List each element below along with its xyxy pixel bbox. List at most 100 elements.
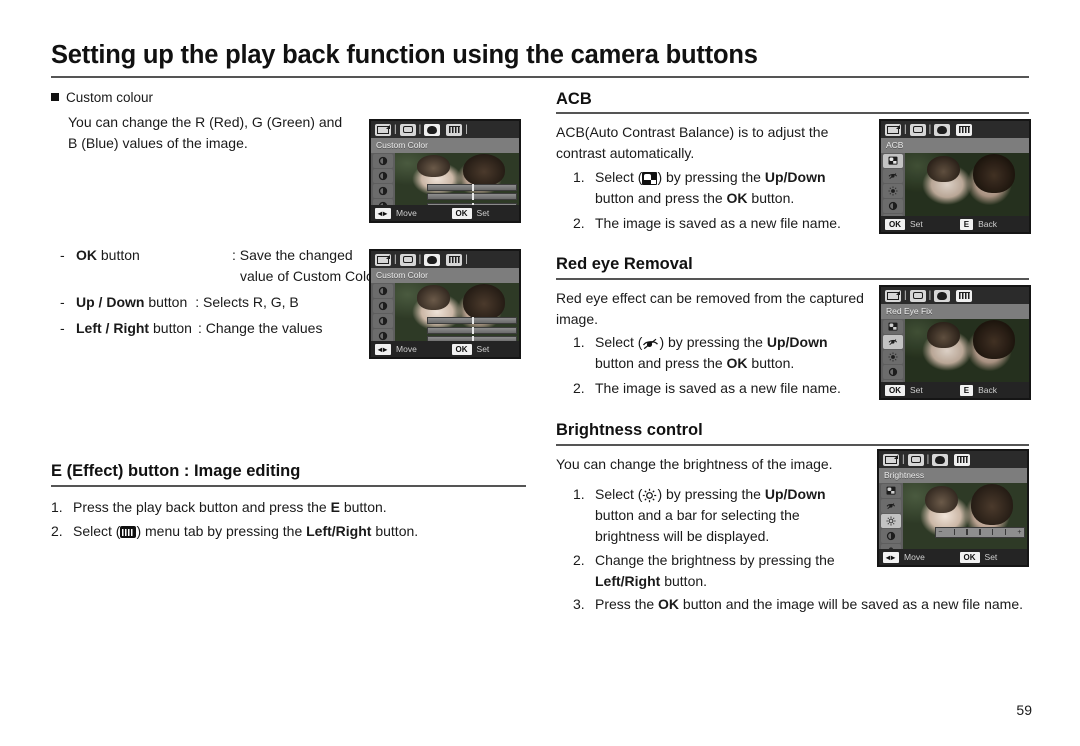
tab-separator: | [394, 253, 397, 265]
slider-r[interactable] [427, 317, 517, 325]
contrast-circle-icon [378, 316, 388, 326]
rail-item[interactable] [373, 169, 393, 183]
rail-item[interactable] [373, 284, 393, 298]
e-key[interactable]: E [959, 384, 974, 396]
tab-separator: | [928, 289, 932, 301]
move-key[interactable]: ◂▸ [375, 343, 392, 355]
photo-subject-right [973, 320, 1016, 360]
lcd-body [371, 153, 519, 221]
lcd-title: Custom Color [371, 268, 519, 283]
key-suffix: button [144, 294, 188, 310]
rail-item-contrast[interactable] [883, 199, 903, 213]
image-tab-icon[interactable] [885, 123, 901, 136]
e-key[interactable]: E [959, 218, 974, 230]
dash-marker: - [60, 320, 65, 336]
image-tab-icon[interactable] [885, 289, 901, 302]
ok-key[interactable]: OK [451, 343, 472, 355]
custom-colour-row-updown: - Up / Down button: Selects R, G, B [60, 292, 299, 313]
back-label: Back [978, 385, 998, 395]
title-divider [51, 76, 1029, 78]
palette-tab-icon[interactable] [934, 123, 951, 136]
camera-tab-icon[interactable] [907, 453, 924, 466]
ok-key[interactable]: OK [959, 551, 980, 563]
effect-tab-icon[interactable] [446, 123, 463, 136]
palette-tab-icon[interactable] [934, 289, 951, 302]
rail-item-redeye[interactable] [883, 169, 903, 183]
effect-tab-icon[interactable] [446, 253, 463, 266]
lcd-custom-color-1: | | | Custom Color ◂▸ Move OK Set [369, 119, 521, 223]
rail-item[interactable] [373, 184, 393, 198]
camera-tab-icon[interactable] [909, 123, 926, 136]
effect-button-divider [51, 485, 526, 487]
rail-item[interactable] [373, 314, 393, 328]
rail-item-acb-selected[interactable] [883, 154, 903, 168]
rail-item-brightness[interactable] [883, 350, 903, 364]
custom-colour-row-ok-value2: value of Custom Color [240, 268, 379, 284]
rail-item-acb[interactable] [883, 320, 903, 334]
rail-item[interactable] [373, 299, 393, 313]
step-number: 1. [573, 334, 585, 350]
slider-g[interactable] [427, 193, 517, 201]
step-number: 3. [573, 596, 585, 612]
rail-item-redeye[interactable] [881, 499, 901, 513]
red-eye-divider [556, 278, 1029, 280]
ok-key[interactable]: OK [451, 207, 472, 219]
rail-item-contrast[interactable] [883, 365, 903, 379]
acb-heading: ACB [556, 90, 592, 108]
set-label: Set [984, 552, 998, 562]
custom-colour-row-leftright: - Left / Right button: Change the values [60, 318, 322, 339]
photo-subject-right [463, 154, 506, 187]
key-label: Up / Down [76, 294, 145, 310]
effect-tab-icon[interactable] [954, 453, 971, 466]
contrast-circle-icon [378, 171, 388, 181]
palette-tab-icon[interactable] [932, 453, 949, 466]
camera-tab-icon[interactable] [399, 253, 416, 266]
image-tab-icon[interactable] [375, 253, 391, 266]
lcd-footer: OK Set E Back [881, 216, 1029, 232]
slider-g[interactable] [427, 326, 517, 334]
step-number: 2. [51, 523, 63, 539]
move-key[interactable]: ◂▸ [883, 551, 900, 563]
contrast-icon [888, 367, 898, 377]
rail-item-acb[interactable] [881, 484, 901, 498]
key-label: Left / Right [76, 320, 150, 336]
brightness-slider[interactable]: − + [935, 526, 1025, 538]
ok-key[interactable]: OK [885, 384, 905, 396]
lcd-footer: ◂▸ Move OK Set [371, 205, 519, 221]
rail-item[interactable] [373, 154, 393, 168]
slider-r[interactable] [427, 183, 517, 191]
effect-tab-icon[interactable] [956, 123, 973, 136]
effect-step-2: 2. Select () menu tab by pressing the Le… [51, 521, 521, 542]
acb-icon [888, 322, 898, 331]
tab-separator: | [465, 123, 468, 135]
lcd-option-rail [371, 153, 395, 221]
photo-subject-left [417, 285, 450, 310]
brightness-paragraph: You can change the brightness of the ima… [556, 456, 833, 472]
move-key[interactable]: ◂▸ [375, 207, 392, 219]
rail-item-brightness-selected[interactable] [881, 514, 901, 528]
rail-item-brightness[interactable] [883, 184, 903, 198]
camera-tab-icon[interactable] [399, 123, 416, 136]
image-tab-icon[interactable] [883, 453, 899, 466]
rail-item-redeye-selected[interactable] [883, 335, 903, 349]
ok-key[interactable]: OK [885, 218, 905, 230]
image-tab-icon[interactable] [375, 123, 391, 136]
palette-tab-icon[interactable] [424, 253, 441, 266]
lcd-title: Red Eye Fix [881, 304, 1029, 319]
palette-tab-icon[interactable] [424, 123, 441, 136]
effect-tab-icon[interactable] [956, 289, 973, 302]
move-label: Move [396, 344, 417, 354]
tab-separator: | [418, 123, 422, 135]
brightness-sun-icon [888, 186, 898, 196]
rail-item-contrast[interactable] [881, 529, 901, 543]
camera-tab-icon[interactable] [909, 289, 926, 302]
rgb-slider-group [427, 317, 517, 344]
acb-step-2: 2. The image is saved as a new file name… [573, 213, 893, 234]
page-title: Setting up the play back function using … [51, 41, 758, 69]
photo-subject-right [971, 484, 1014, 526]
key-suffix: button [149, 320, 192, 336]
page-number: 59 [1016, 702, 1032, 718]
custom-colour-row-ok: - OK button [60, 245, 140, 266]
tab-separator: | [904, 123, 907, 135]
tab-separator: | [904, 289, 907, 301]
